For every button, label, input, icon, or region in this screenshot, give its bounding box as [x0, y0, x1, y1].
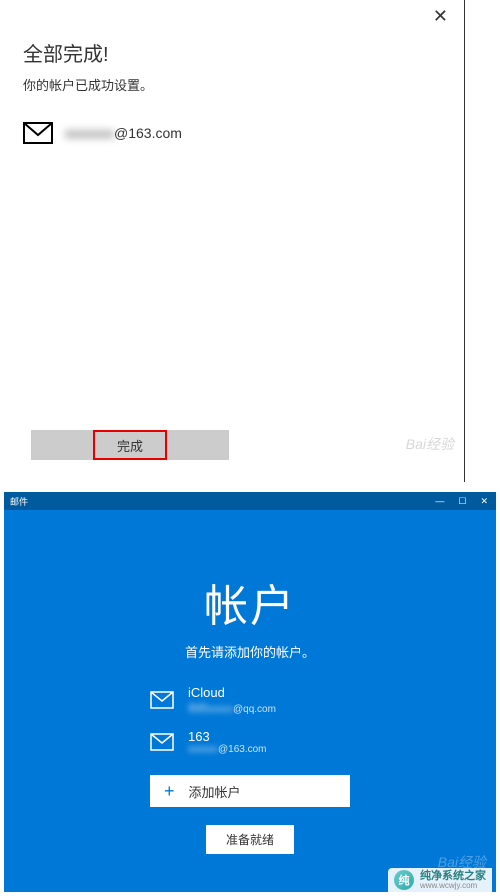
account-info: iCloud 你的xxxxx@qq.com [188, 685, 276, 715]
setup-complete-dialog: ✕ 全部完成! 你的帐户已成功设置。 xxxxxxx@163.com 完成 Ba… [0, 0, 500, 488]
account-name: iCloud [188, 685, 276, 700]
mail-border: 邮件 — ☐ ✕ 帐户 首先请添加你的帐户。 iCloud 你的xxxxx@qq… [4, 492, 496, 892]
ready-button[interactable]: 准备就绪 [206, 825, 294, 854]
baidu-watermark: Bai经验 [406, 434, 454, 454]
mail-icon [150, 733, 174, 751]
titlebar-title: 邮件 [10, 495, 28, 508]
account-item-163[interactable]: 163 xxxxxx@163.com [150, 729, 350, 755]
done-button-label: 完成 [117, 436, 143, 455]
site-url: www.wcwjy.com [420, 882, 486, 890]
done-button[interactable]: 完成 [31, 430, 229, 460]
dialog-content: 全部完成! 你的帐户已成功设置。 xxxxxxx@163.com [9, 0, 464, 144]
dialog-title: 全部完成! [23, 38, 450, 67]
close-icon[interactable]: ✕ [429, 2, 452, 31]
site-text: 纯净系统之家 www.wcwjy.com [420, 871, 486, 890]
accounts-subheading: 首先请添加你的帐户。 [185, 642, 315, 661]
dialog-inner: ✕ 全部完成! 你的帐户已成功设置。 xxxxxxx@163.com 完成 Ba… [9, 0, 465, 482]
email-visible-part: @163.com [114, 125, 182, 141]
account-item-icloud[interactable]: iCloud 你的xxxxx@qq.com [150, 685, 350, 715]
site-logo-icon: 纯 [394, 870, 414, 890]
add-account-label: 添加帐户 [189, 782, 241, 801]
titlebar: 邮件 — ☐ ✕ [4, 492, 496, 510]
mail-body: 帐户 首先请添加你的帐户。 iCloud 你的xxxxx@qq.com [4, 510, 496, 892]
plus-icon: + [164, 781, 175, 802]
close-window-icon[interactable]: ✕ [480, 496, 488, 507]
account-email: xxxxxx@163.com [188, 744, 267, 755]
account-email: 你的xxxxx@qq.com [188, 700, 276, 715]
add-account-button[interactable]: + 添加帐户 [150, 775, 350, 807]
accounts-heading: 帐户 [204, 570, 296, 634]
mail-icon [150, 691, 174, 709]
dialog-subtitle: 你的帐户已成功设置。 [23, 75, 450, 94]
minimize-icon[interactable]: — [435, 496, 444, 506]
account-info: 163 xxxxxx@163.com [188, 729, 267, 755]
site-name: 纯净系统之家 [420, 871, 486, 882]
account-row: xxxxxxx@163.com [23, 122, 450, 144]
mail-app-window: 邮件 — ☐ ✕ 帐户 首先请添加你的帐户。 iCloud 你的xxxxx@qq… [0, 488, 500, 896]
maximize-icon[interactable]: ☐ [458, 496, 466, 507]
email-hidden-part: xxxxxxx [65, 125, 114, 141]
account-email: xxxxxxx@163.com [65, 125, 182, 141]
account-name: 163 [188, 729, 267, 744]
titlebar-controls: — ☐ ✕ [435, 496, 496, 507]
mail-icon [23, 122, 53, 144]
site-watermark: 纯 纯净系统之家 www.wcwjy.com [388, 868, 492, 892]
